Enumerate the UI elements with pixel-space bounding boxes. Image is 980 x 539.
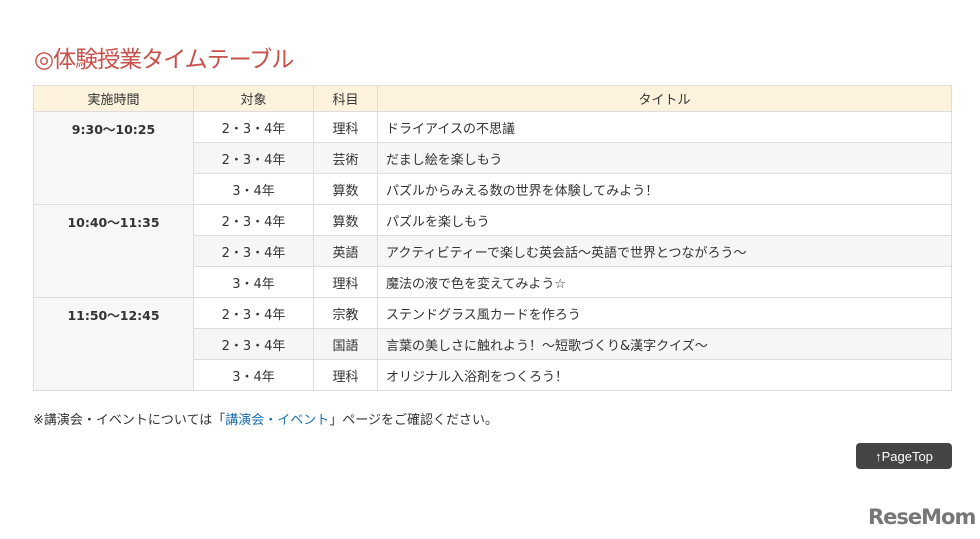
subject-cell: 理科 [313, 111, 378, 143]
subject-cell: 芸術 [313, 142, 378, 174]
target-cell: 2・3・4年 [193, 297, 314, 329]
title-cell: ステンドグラス風カードを作ろう [377, 297, 952, 329]
title-cell: パズルを楽しもう [377, 204, 952, 236]
title-cell: だまし絵を楽しもう [377, 142, 952, 174]
header-target: 対象 [193, 85, 314, 112]
subject-cell: 算数 [313, 173, 378, 205]
subject-cell: 理科 [313, 359, 378, 391]
time-cell: 9:30～10:25 [33, 111, 194, 205]
resemom-logo: ReseMom [868, 505, 976, 529]
time-cell: 11:50～12:45 [33, 297, 194, 391]
target-cell: 2・3・4年 [193, 235, 314, 267]
subject-cell: 算数 [313, 204, 378, 236]
title-cell: アクティビティーで楽しむ英会話～英語で世界とつながろう～ [377, 235, 952, 267]
title-cell: ドライアイスの不思議 [377, 111, 952, 143]
target-cell: 3・4年 [193, 266, 314, 298]
header-time: 実施時間 [33, 85, 194, 112]
subject-cell: 英語 [313, 235, 378, 267]
title-cell: パズルからみえる数の世界を体験してみよう！ [377, 173, 952, 205]
table-row: 10:40～11:35 2・3・4年 算数 パズルを楽しもう [33, 204, 952, 298]
target-cell: 2・3・4年 [193, 328, 314, 360]
timetable: 実施時間 対象 科目 タイトル 9:30～10:25 2・3・4年 理科 ドライアイス… [33, 85, 952, 391]
note: ※講演会・イベントについては「講演会・イベント」ページをご確認ください。 [33, 409, 498, 428]
events-link[interactable]: 講演会・イベント [225, 413, 329, 428]
table-row: 11:50～12:45 2・3・4年 宗教 ステンドグラス風カードを作ろう [33, 297, 952, 391]
note-text: ※講演会・イベントについては「 [33, 413, 226, 428]
note-text-end: 」ページをご確認ください。 [329, 413, 499, 428]
title-cell: 魔法の液で色を変えてみよう☆ [377, 266, 952, 298]
subject-cell: 宗教 [313, 297, 378, 329]
time-cell: 10:40～11:35 [33, 204, 194, 298]
header-subject: 科目 [313, 85, 378, 112]
target-cell: 3・4年 [193, 173, 314, 205]
title-cell: オリジナル入浴剤をつくろう！ [377, 359, 952, 391]
target-cell: 3・4年 [193, 359, 314, 391]
title-cell: 言葉の美しさに触れよう！～短歌づくり&漢字クイズ～ [377, 328, 952, 360]
target-cell: 2・3・4年 [193, 142, 314, 174]
page-top-button[interactable]: ↑PageTop [856, 443, 952, 469]
header-title: タイトル [377, 85, 952, 112]
subject-cell: 国語 [313, 328, 378, 360]
table-row: 9:30～10:25 2・3・4年 理科 ドライアイスの不思議 [33, 111, 952, 205]
target-cell: 2・3・4年 [193, 204, 314, 236]
subject-cell: 理科 [313, 266, 378, 298]
page-title: ◎体験授業タイムテーブル [34, 47, 294, 73]
target-cell: 2・3・4年 [193, 111, 314, 143]
